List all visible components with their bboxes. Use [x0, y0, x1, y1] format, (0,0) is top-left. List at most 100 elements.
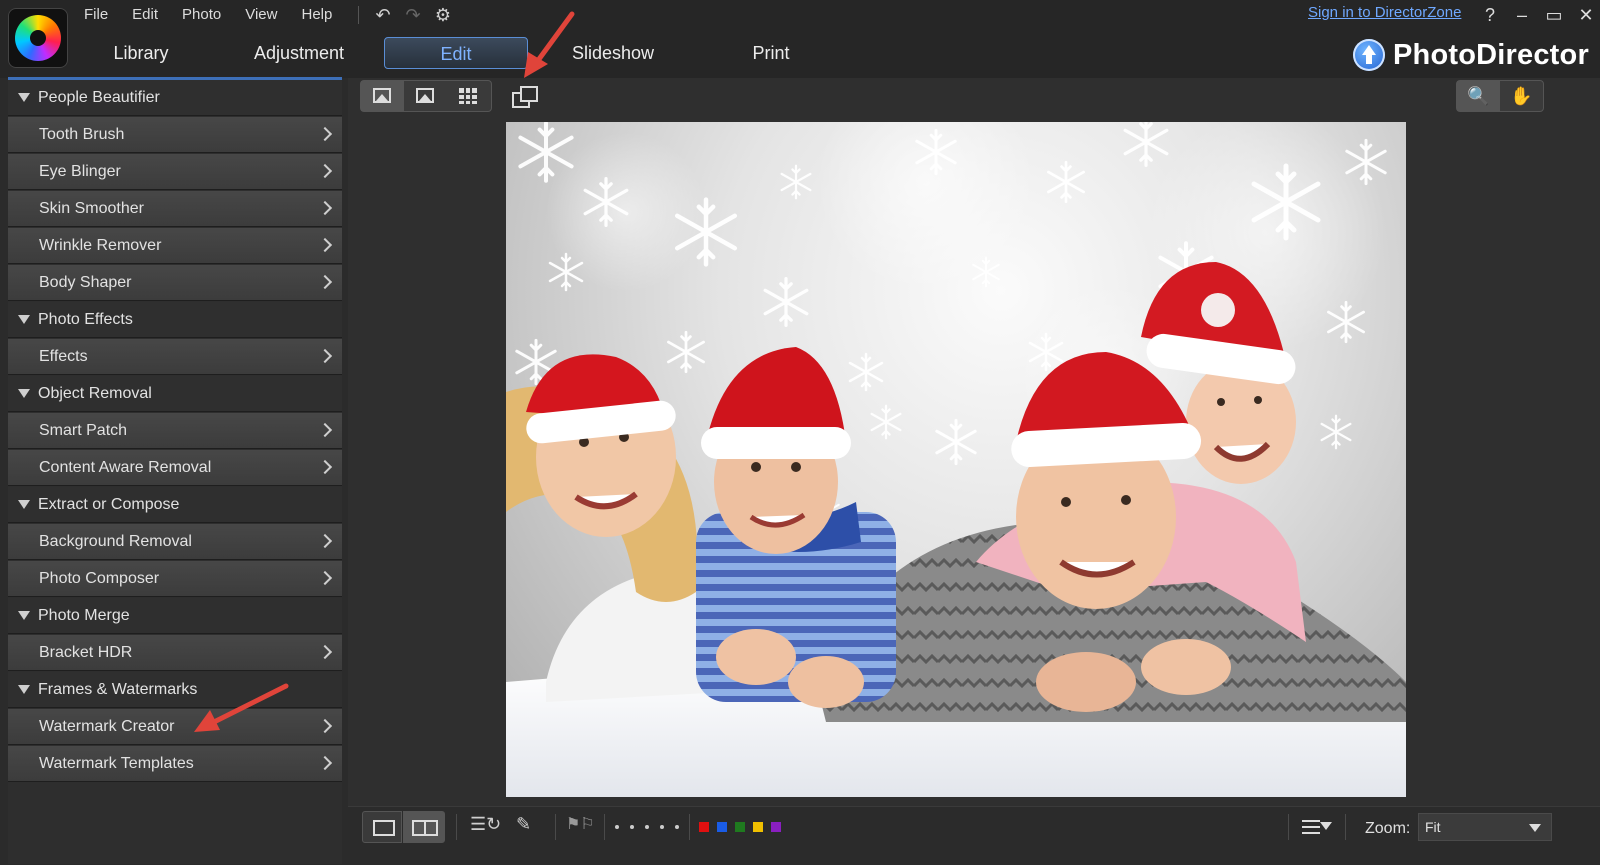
rating-star-5-icon[interactable] — [675, 825, 679, 829]
toolbar-separator — [1288, 814, 1289, 840]
single-view-button[interactable] — [362, 811, 402, 843]
view-tools-right: 🔍 ✋ — [1456, 80, 1544, 112]
menu-edit[interactable]: Edit — [132, 4, 158, 26]
menu-view[interactable]: View — [245, 4, 277, 26]
panel-label: Extract or Compose — [38, 496, 180, 513]
panel-item-skin-smoother[interactable]: Skin Smoother — [8, 191, 342, 227]
panel-section-photo-merge[interactable]: Photo Merge — [8, 598, 342, 634]
panel-item-content-aware-removal[interactable]: Content Aware Removal — [8, 450, 342, 486]
panel-section-photo-effects[interactable]: Photo Effects — [8, 302, 342, 338]
panel-label: Smart Patch — [39, 422, 128, 439]
edit-tools-panel: People Beautifier Tooth Brush Eye Blinger S… — [8, 80, 342, 864]
chevron-right-icon — [317, 163, 333, 179]
zoom-magnifier-icon[interactable]: 🔍 — [1457, 81, 1500, 111]
rating-star-1-icon[interactable] — [615, 825, 619, 829]
panel-item-body-shaper[interactable]: Body Shaper — [8, 265, 342, 301]
chevron-right-icon — [317, 274, 333, 290]
tab-print[interactable]: Print — [706, 37, 836, 69]
undo-icon[interactable]: ↶ — [368, 2, 398, 28]
panel-label: Effects — [39, 348, 88, 365]
sort-menu-icon[interactable] — [1302, 818, 1332, 838]
photo-illustration — [506, 122, 1406, 797]
settings-gear-icon[interactable]: ⚙ — [428, 2, 458, 28]
menu-help[interactable]: Help — [301, 4, 332, 26]
panel-item-tooth-brush[interactable]: Tooth Brush — [8, 117, 342, 153]
rating-star-4-icon[interactable] — [660, 825, 664, 829]
panel-label: Background Removal — [39, 533, 192, 550]
panel-item-bracket-hdr[interactable]: Bracket HDR — [8, 635, 342, 671]
toolbar-separator — [1345, 814, 1346, 840]
annotation-arrow-watermark — [194, 683, 289, 732]
panel-item-smart-patch[interactable]: Smart Patch — [8, 413, 342, 449]
rating-star-3-icon[interactable] — [645, 825, 649, 829]
compare-view-icon — [424, 820, 438, 836]
menu-bar: File Edit Photo View Help — [84, 4, 356, 26]
flag-icon[interactable]: ⚑⚐ — [566, 814, 595, 834]
grid-mode-button[interactable] — [447, 81, 490, 111]
rotate-list-icon[interactable]: ☰↻ — [470, 814, 501, 835]
collapse-triangle-icon — [18, 315, 30, 324]
minimize-button[interactable]: – — [1506, 2, 1538, 28]
title-bar: File Edit Photo View Help ↶ ↷ ⚙ Library … — [0, 0, 1600, 78]
zoom-label: Zoom: — [1365, 820, 1411, 837]
panel-section-object-removal[interactable]: Object Removal — [8, 376, 342, 412]
app-logo-icon — [8, 8, 68, 68]
chevron-right-icon — [317, 644, 333, 660]
panel-item-watermark-templates[interactable]: Watermark Templates — [8, 746, 342, 782]
rating-star-2-icon[interactable] — [630, 825, 634, 829]
panel-section-people-beautifier[interactable]: People Beautifier — [8, 80, 342, 116]
bottom-toolbar — [348, 806, 1600, 865]
menu-photo[interactable]: Photo — [182, 4, 221, 26]
panel-item-photo-composer[interactable]: Photo Composer — [8, 561, 342, 597]
collapse-triangle-icon — [18, 389, 30, 398]
panel-label: Frames & Watermarks — [38, 681, 198, 698]
viewer-mode-button[interactable] — [361, 81, 404, 111]
collapse-triangle-icon — [18, 611, 30, 620]
panel-item-eye-blinger[interactable]: Eye Blinger — [8, 154, 342, 190]
window-controls: ? – ▭ ✕ — [1474, 2, 1600, 28]
edit-pencil-icon[interactable]: ✎ — [516, 814, 531, 835]
compare-windows-icon[interactable] — [508, 82, 540, 110]
help-button[interactable]: ? — [1474, 2, 1506, 28]
chevron-right-icon — [317, 422, 333, 438]
sign-in-link[interactable]: Sign in to DirectorZone — [1308, 4, 1461, 21]
panel-label: Watermark Creator — [39, 718, 175, 735]
panel-section-extract-or-compose[interactable]: Extract or Compose — [8, 487, 342, 523]
chevron-right-icon — [317, 126, 333, 142]
restore-button[interactable]: ▭ — [1538, 2, 1570, 28]
quick-toolbar: ↶ ↷ ⚙ — [368, 2, 458, 28]
panel-label: Photo Effects — [38, 311, 133, 328]
menu-file[interactable]: File — [84, 4, 108, 26]
color-label-purple[interactable] — [771, 822, 781, 832]
family-photo[interactable] — [506, 122, 1406, 797]
panel-label: Wrinkle Remover — [39, 237, 162, 254]
redo-icon[interactable]: ↷ — [398, 2, 428, 28]
toolbar-separator — [604, 814, 605, 840]
panel-label: Photo Merge — [38, 607, 130, 624]
upload-arrow-icon[interactable] — [1353, 39, 1385, 71]
panel-item-effects[interactable]: Effects — [8, 339, 342, 375]
fullscreen-mode-button[interactable] — [404, 81, 447, 111]
tab-library[interactable]: Library — [76, 37, 206, 69]
color-label-red[interactable] — [699, 822, 709, 832]
color-label-blue[interactable] — [717, 822, 727, 832]
zoom-select[interactable]: Fit — [1418, 813, 1552, 841]
color-label-yellow[interactable] — [753, 822, 763, 832]
panel-item-background-removal[interactable]: Background Removal — [8, 524, 342, 560]
panel-item-wrinkle-remover[interactable]: Wrinkle Remover — [8, 228, 342, 264]
zoom-value: Fit — [1425, 819, 1441, 835]
color-label-green[interactable] — [735, 822, 745, 832]
panel-label: Skin Smoother — [39, 200, 144, 217]
chevron-down-icon — [1529, 824, 1541, 832]
chevron-right-icon — [317, 570, 333, 586]
close-button[interactable]: ✕ — [1570, 2, 1600, 28]
hand-pan-icon[interactable]: ✋ — [1500, 81, 1543, 111]
collapse-triangle-icon — [18, 685, 30, 694]
tab-edit[interactable]: Edit — [384, 37, 528, 69]
mountain-icon — [419, 94, 431, 101]
mountain-icon — [376, 94, 388, 101]
single-view-icon — [373, 820, 395, 836]
compare-view-button[interactable] — [403, 811, 445, 843]
tab-adjustment[interactable]: Adjustment — [234, 37, 364, 69]
panel-label: Photo Composer — [39, 570, 160, 587]
